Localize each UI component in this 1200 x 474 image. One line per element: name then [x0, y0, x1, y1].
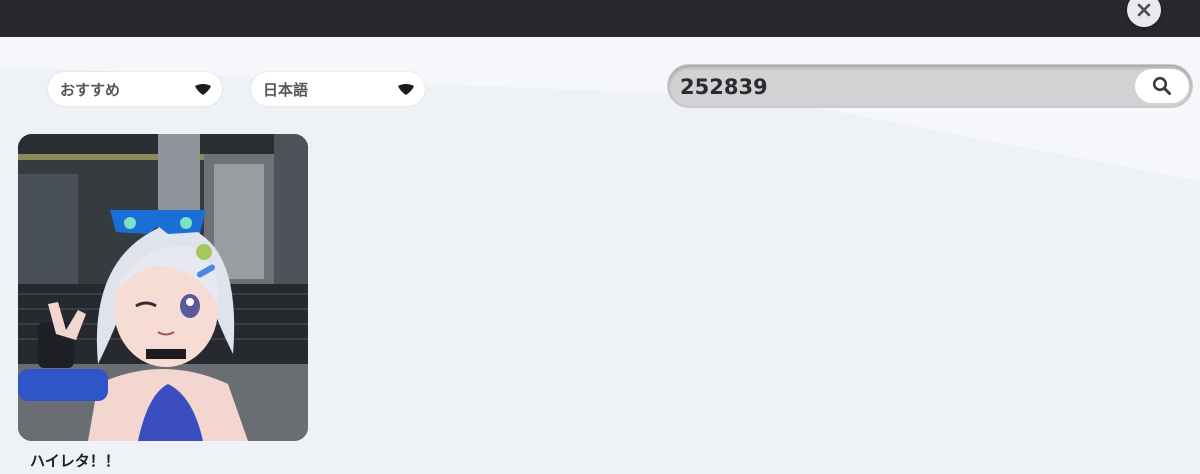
language-dropdown-label: 日本語	[263, 80, 309, 99]
search-icon	[1152, 76, 1171, 95]
close-icon	[1137, 3, 1151, 17]
search-button[interactable]	[1135, 69, 1189, 103]
caret-down-icon	[398, 84, 414, 95]
search-input[interactable]	[678, 69, 1122, 105]
sort-dropdown[interactable]: おすすめ	[48, 72, 222, 106]
language-dropdown[interactable]: 日本語	[251, 72, 425, 106]
result-card[interactable]	[18, 134, 308, 441]
search-bar	[668, 65, 1192, 107]
result-card-title[interactable]: ハイレタ！！	[30, 450, 120, 471]
top-bar	[0, 0, 1200, 37]
caret-down-icon	[195, 84, 211, 95]
avatar-thumbnail	[18, 134, 308, 441]
sort-dropdown-label: おすすめ	[60, 80, 121, 99]
